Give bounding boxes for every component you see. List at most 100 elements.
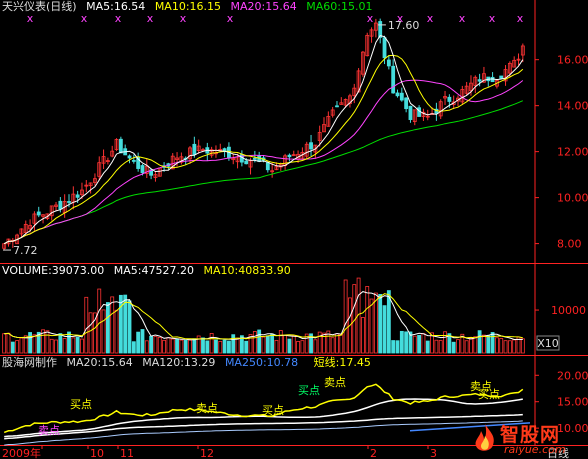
volume-bar [494,337,499,354]
volume-bar [386,290,391,354]
volume-bar [252,331,257,354]
volume-bar [330,337,335,354]
volume-bar [222,339,227,354]
volume-bar [110,296,115,354]
volume-bar [339,334,344,354]
volume-bar [361,317,365,354]
candle-body [58,200,63,210]
candle-body [447,96,452,102]
volume-bar [175,338,179,354]
price-tick-label: 10.00 [557,192,588,205]
signal-label: 买点 [70,398,92,411]
candle-body [408,105,413,120]
ma5-label: MA5:16.54 [86,0,146,13]
volume-bar [456,339,460,354]
candle-body [192,143,197,156]
candle-body [386,59,391,67]
volume-bar [75,336,80,354]
volume-bar [205,340,210,354]
volume-bar [417,334,422,354]
volume-bar [412,335,417,354]
candle-body [309,142,313,150]
ma120-line [4,413,523,440]
flame-icon [472,423,498,455]
volume-bar [166,337,171,354]
volume-bar [507,340,512,354]
x-tick-label: 3 [430,447,437,459]
ma5-line [3,35,524,245]
volume-bar [71,337,76,354]
volume-bar [425,340,430,354]
volume-bar [45,330,50,354]
price-tick-label: 8.00 [557,238,582,251]
volume-bar [399,330,404,354]
volume-unit-label: X10 [537,337,559,350]
watermark: 智股网 raiyue.com [470,420,588,458]
volume-bar [49,338,54,354]
candle-body [287,154,292,158]
volume-ma10-label: MA10:40833.90 [203,264,291,277]
volume-bar [218,340,223,354]
candle-body [244,160,249,165]
volume-bar [188,339,192,354]
price-tick-label: 16.00 [557,54,588,67]
candle-body [395,92,400,97]
volume-bar [421,333,426,354]
volume-bar [127,300,132,354]
volume-bar [274,339,279,354]
candle-body [477,79,482,82]
candle-body [391,65,396,94]
watermark-url: raiyue.com [504,443,566,456]
volume-ma5-label: MA5:47527.20 [113,264,194,277]
short-line-label: 短线:17.45 [313,356,371,369]
volume-bar [473,336,478,354]
price-legend: 天兴仪表(日线) MA5:16.54 MA10:16.15 MA20:15.64… [2,0,378,14]
volume-ma5-line [4,291,523,341]
volume-bar [114,309,119,354]
volume-bar [209,333,214,354]
ma10-label: MA10:16.15 [154,0,222,13]
volume-ma10-line [4,293,523,340]
candle-body [118,138,123,154]
price-pane[interactable]: 16.00 14.00 12.00 10.00 8.00 x x x x x x x x x x x x 17.6… [0,0,588,264]
volume-bar [201,337,205,354]
indicator-tick-label: 20.00 [557,369,588,382]
volume-bar [499,338,504,354]
volume-bar [404,331,409,354]
volume-bar [512,339,517,354]
volume-bar [270,333,275,354]
volume-pane[interactable]: 10000 X10 VOLUME:39073.00 MA5:47527.20 MA… [0,264,588,356]
volume-bar [343,279,348,354]
volume-bar [192,338,197,354]
volume-bar [227,340,231,354]
volume-bar [149,335,154,354]
volume-bar [162,339,166,354]
stock-title: 天兴仪表(日线) [2,0,77,13]
volume-bar [235,337,240,354]
volume-bar [58,333,63,354]
x-tick-label: 2009年 [2,446,41,459]
price-tick-label: 12.00 [557,146,588,159]
candle-body [499,75,504,79]
volume-bar [313,339,318,354]
candle-body [399,92,404,101]
volume-bar [283,335,288,354]
volume-bar [365,286,370,354]
x-tick-label: 10 [90,447,104,459]
candle-body [75,194,80,198]
candle-body [67,201,71,203]
volume-bar [97,288,102,354]
volume-legend: VOLUME:39073.00 MA5:47527.20 MA10:40833.… [2,264,297,278]
signal-marker: x [427,12,434,25]
candle-body [131,160,136,162]
volume-bar [296,341,300,354]
volume-bar [153,336,158,354]
volume-bar [54,339,58,354]
volume-bar [434,339,439,354]
candlestick-chart[interactable]: 16.0014.0012.0010.008.00x x x x x x x x x x x x17.6… [0,0,588,264]
volume-bar [300,340,305,354]
volume-bar [183,339,188,354]
signal-marker: x [489,12,496,25]
candle-body [265,162,270,171]
volume-bar [335,333,339,354]
